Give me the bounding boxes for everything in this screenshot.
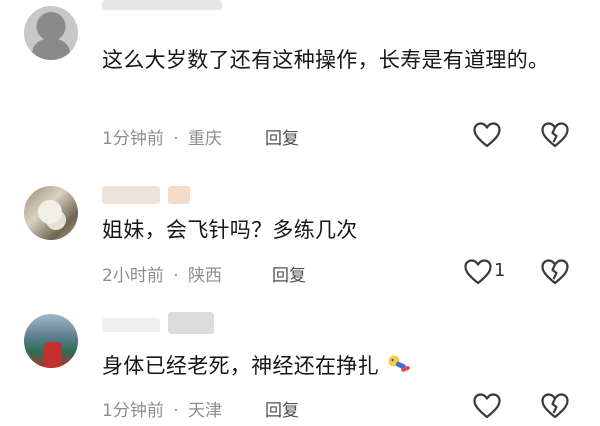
reply-button[interactable]: 回复 [272, 261, 306, 286]
meta-separator: · [173, 266, 179, 286]
username-badge-blurred [168, 186, 190, 204]
avatar[interactable] [24, 6, 78, 60]
comment-text: 这么大岁数了还有这种操作，长寿是有道理的。 [102, 48, 550, 72]
heart-outline-icon[interactable] [464, 259, 492, 285]
comment-text: 身体已经老死，神经还在挣扎 [102, 350, 572, 382]
avatar[interactable] [24, 186, 78, 240]
username-blurred[interactable] [102, 318, 160, 332]
comment-location: 陕西 [188, 266, 223, 286]
comment-meta: 2小时前 · 陕西 [102, 261, 222, 286]
comment-text: 姐妹，会飞针吗？多练几次 [102, 218, 358, 242]
broken-heart-icon[interactable] [541, 259, 569, 285]
comment-time: 1分钟前 [102, 129, 164, 149]
meta-separator: · [173, 129, 179, 149]
comment-time: 2小时前 [102, 266, 164, 286]
username-blurred[interactable] [102, 0, 222, 10]
reply-button[interactable]: 回复 [265, 124, 299, 149]
meta-separator: · [173, 401, 179, 421]
broken-heart-icon[interactable] [541, 393, 569, 419]
avatar[interactable] [24, 314, 78, 368]
username-blurred[interactable] [102, 186, 160, 204]
comment-location: 重庆 [188, 129, 223, 149]
comment-time: 1分钟前 [102, 401, 164, 421]
comment-text-content: 身体已经老死，神经还在挣扎 [102, 354, 379, 378]
broken-heart-icon[interactable] [541, 122, 569, 148]
running-figure-emoji [388, 355, 410, 372]
heart-outline-icon[interactable] [473, 122, 501, 148]
username-badge-blurred [168, 312, 214, 334]
comment-meta: 1分钟前 · 天津 [102, 396, 222, 421]
heart-outline-icon[interactable] [473, 393, 501, 419]
reply-button[interactable]: 回复 [265, 396, 299, 421]
like-count: 1 [494, 260, 506, 281]
comment-meta: 1分钟前 · 重庆 [102, 124, 222, 149]
comment-location: 天津 [188, 401, 223, 421]
